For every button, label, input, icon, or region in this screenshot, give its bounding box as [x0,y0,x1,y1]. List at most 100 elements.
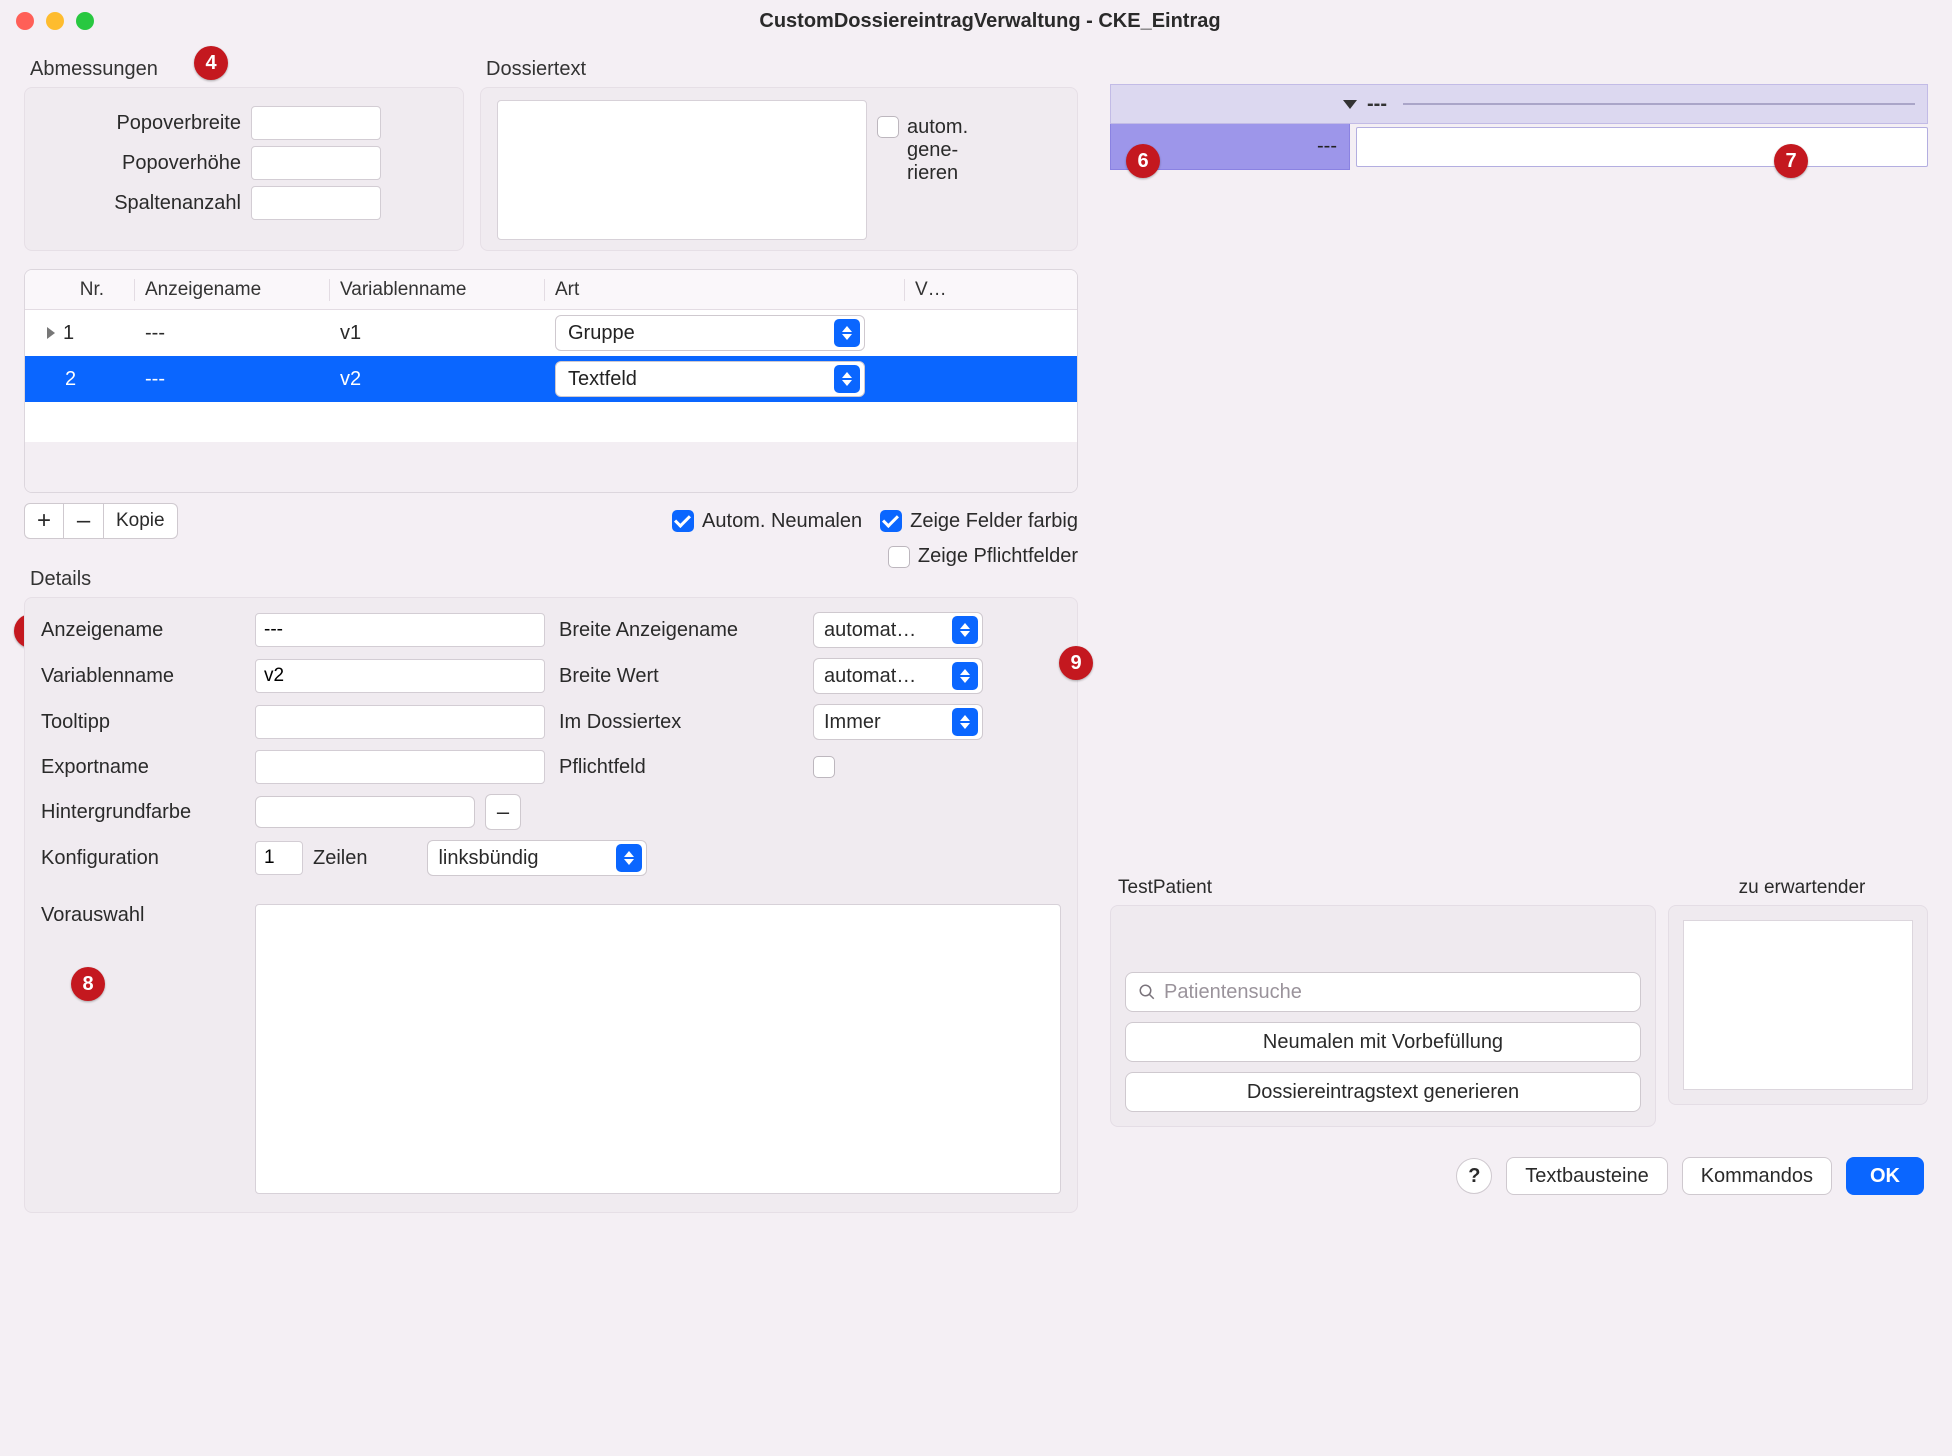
copy-row-button[interactable]: Kopie [104,503,178,539]
cell-nr: 1 [63,322,74,345]
hintergrundfarbe-swatch[interactable] [255,796,475,828]
dossiertext-textarea[interactable] [497,100,867,240]
autogen-label: autom. gene- rieren [907,116,968,185]
preview-header-text: --- [1367,93,1387,116]
ok-button[interactable]: OK [1846,1157,1924,1195]
bottom-bar: ? Textbausteine Kommandos OK [1110,1157,1928,1195]
stepper-icon [834,365,860,393]
autogen-checkbox[interactable] [877,116,899,138]
select-value: Immer [824,711,881,734]
cell-variablenname: v2 [330,368,545,391]
window-title: CustomDossiereintragVerwaltung - CKE_Ein… [44,10,1936,33]
details-panel: 9 Anzeigename Breite Anzeigename automat… [24,597,1078,1213]
select-value: automat… [824,665,916,688]
art-value: Gruppe [568,322,635,345]
popoverhoehe-input[interactable] [251,146,381,180]
exportname-label: Exportname [41,756,241,779]
popoverbreite-input[interactable] [251,106,381,140]
breite-anzeigename-select[interactable]: automat… [813,612,983,648]
textbausteine-button[interactable]: Textbausteine [1506,1157,1667,1195]
generieren-button[interactable]: Dossiereintragstext generieren [1125,1072,1641,1112]
im-dossiertext-label: Im Dossiertex [559,711,799,734]
cell-anzeigename: --- [135,368,330,391]
th-art[interactable]: Art [545,279,905,301]
cell-nr: 2 [65,368,76,391]
autom-neumalen-checkbox[interactable] [672,510,694,532]
preview-field-input[interactable] [1356,127,1928,167]
badge-4: 4 [194,46,228,80]
anzeigename-label: Anzeigename [41,619,241,642]
dossiertext-label: Dossiertext [486,58,1078,81]
clear-color-button[interactable]: – [485,794,521,830]
close-icon[interactable] [16,12,34,30]
im-dossiertext-select[interactable]: Immer [813,704,983,740]
chevron-right-icon[interactable] [47,327,55,339]
abmessungen-label: Abmessungen [30,58,464,81]
breite-wert-label: Breite Wert [559,665,799,688]
art-value: Textfeld [568,368,637,391]
badge-8: 8 [71,967,105,1001]
tooltipp-label: Tooltipp [41,711,241,734]
kommandos-button[interactable]: Kommandos [1682,1157,1832,1195]
popoverhoehe-label: Popoverhöhe [41,152,251,175]
badge-7: 7 [1774,144,1808,178]
anzeigename-input[interactable] [255,613,545,647]
th-nr[interactable]: Nr. [25,279,135,301]
table-row[interactable]: 2 --- v2 Textfeld [25,356,1077,402]
cell-anzeigename: --- [135,322,330,345]
search-icon [1138,983,1156,1001]
popoverbreite-label: Popoverbreite [41,112,251,135]
select-value: linksbündig [438,847,538,870]
expected-panel [1668,905,1928,1105]
breite-wert-select[interactable]: automat… [813,658,983,694]
badge-9: 9 [1059,646,1093,680]
variablenname-input[interactable] [255,659,545,693]
details-label: Details [30,568,1078,591]
neumalen-button[interactable]: Neumalen mit Vorbefüllung [1125,1022,1641,1062]
vorauswahl-textarea[interactable] [255,904,1061,1194]
help-button[interactable]: ? [1456,1158,1492,1194]
divider [1403,103,1915,105]
table-row[interactable]: 1 --- v1 Gruppe [25,310,1077,356]
konfiguration-label: Konfiguration [41,847,241,870]
breite-anzeigename-label: Breite Anzeigename [559,619,799,642]
hintergrundfarbe-label: Hintergrundfarbe [41,801,241,824]
testpatient-panel: Patientensuche Neumalen mit Vorbefüllung… [1110,905,1656,1127]
variablenname-label: Variablenname [41,665,241,688]
art-select[interactable]: Textfeld [555,361,865,397]
remove-row-button[interactable]: – [64,503,104,539]
stepper-icon [952,616,978,644]
patient-search-input[interactable]: Patientensuche [1125,972,1641,1012]
ausrichtung-select[interactable]: linksbündig [427,840,647,876]
zeige-pflicht-checkbox[interactable] [888,546,910,568]
zeilen-label: Zeilen [313,847,367,870]
abmessungen-panel: Popoverbreite Popoverhöhe Spaltenanzahl [24,87,464,251]
zeige-farbig-label: Zeige Felder farbig [910,510,1078,533]
expected-label: zu erwartender [1676,877,1928,899]
konfiguration-num-input[interactable] [255,841,303,875]
testpatient-label: TestPatient [1118,877,1656,899]
spaltenanzahl-label: Spaltenanzahl [41,192,251,215]
exportname-input[interactable] [255,750,545,784]
th-anzeigename[interactable]: Anzeigename [135,279,330,301]
fields-table: Nr. Anzeigename Variablenname Art V… 1 -… [24,269,1078,493]
th-variablenname[interactable]: Variablenname [330,279,545,301]
tooltipp-input[interactable] [255,705,545,739]
table-header: Nr. Anzeigename Variablenname Art V… [25,270,1077,310]
add-row-button[interactable]: + [24,503,64,539]
badge-6: 6 [1126,144,1160,178]
stepper-icon [834,319,860,347]
chevron-down-icon[interactable] [1343,100,1357,109]
th-v[interactable]: V… [905,279,1077,301]
pflichtfeld-checkbox[interactable] [813,756,835,778]
search-placeholder: Patientensuche [1164,981,1302,1004]
expected-output-box [1683,920,1913,1090]
select-value: automat… [824,619,916,642]
spaltenanzahl-input[interactable] [251,186,381,220]
table-footer [25,442,1077,492]
zeige-farbig-checkbox[interactable] [880,510,902,532]
autom-neumalen-label: Autom. Neumalen [702,510,862,533]
stepper-icon [952,708,978,736]
titlebar: CustomDossiereintragVerwaltung - CKE_Ein… [0,0,1952,42]
art-select[interactable]: Gruppe [555,315,865,351]
